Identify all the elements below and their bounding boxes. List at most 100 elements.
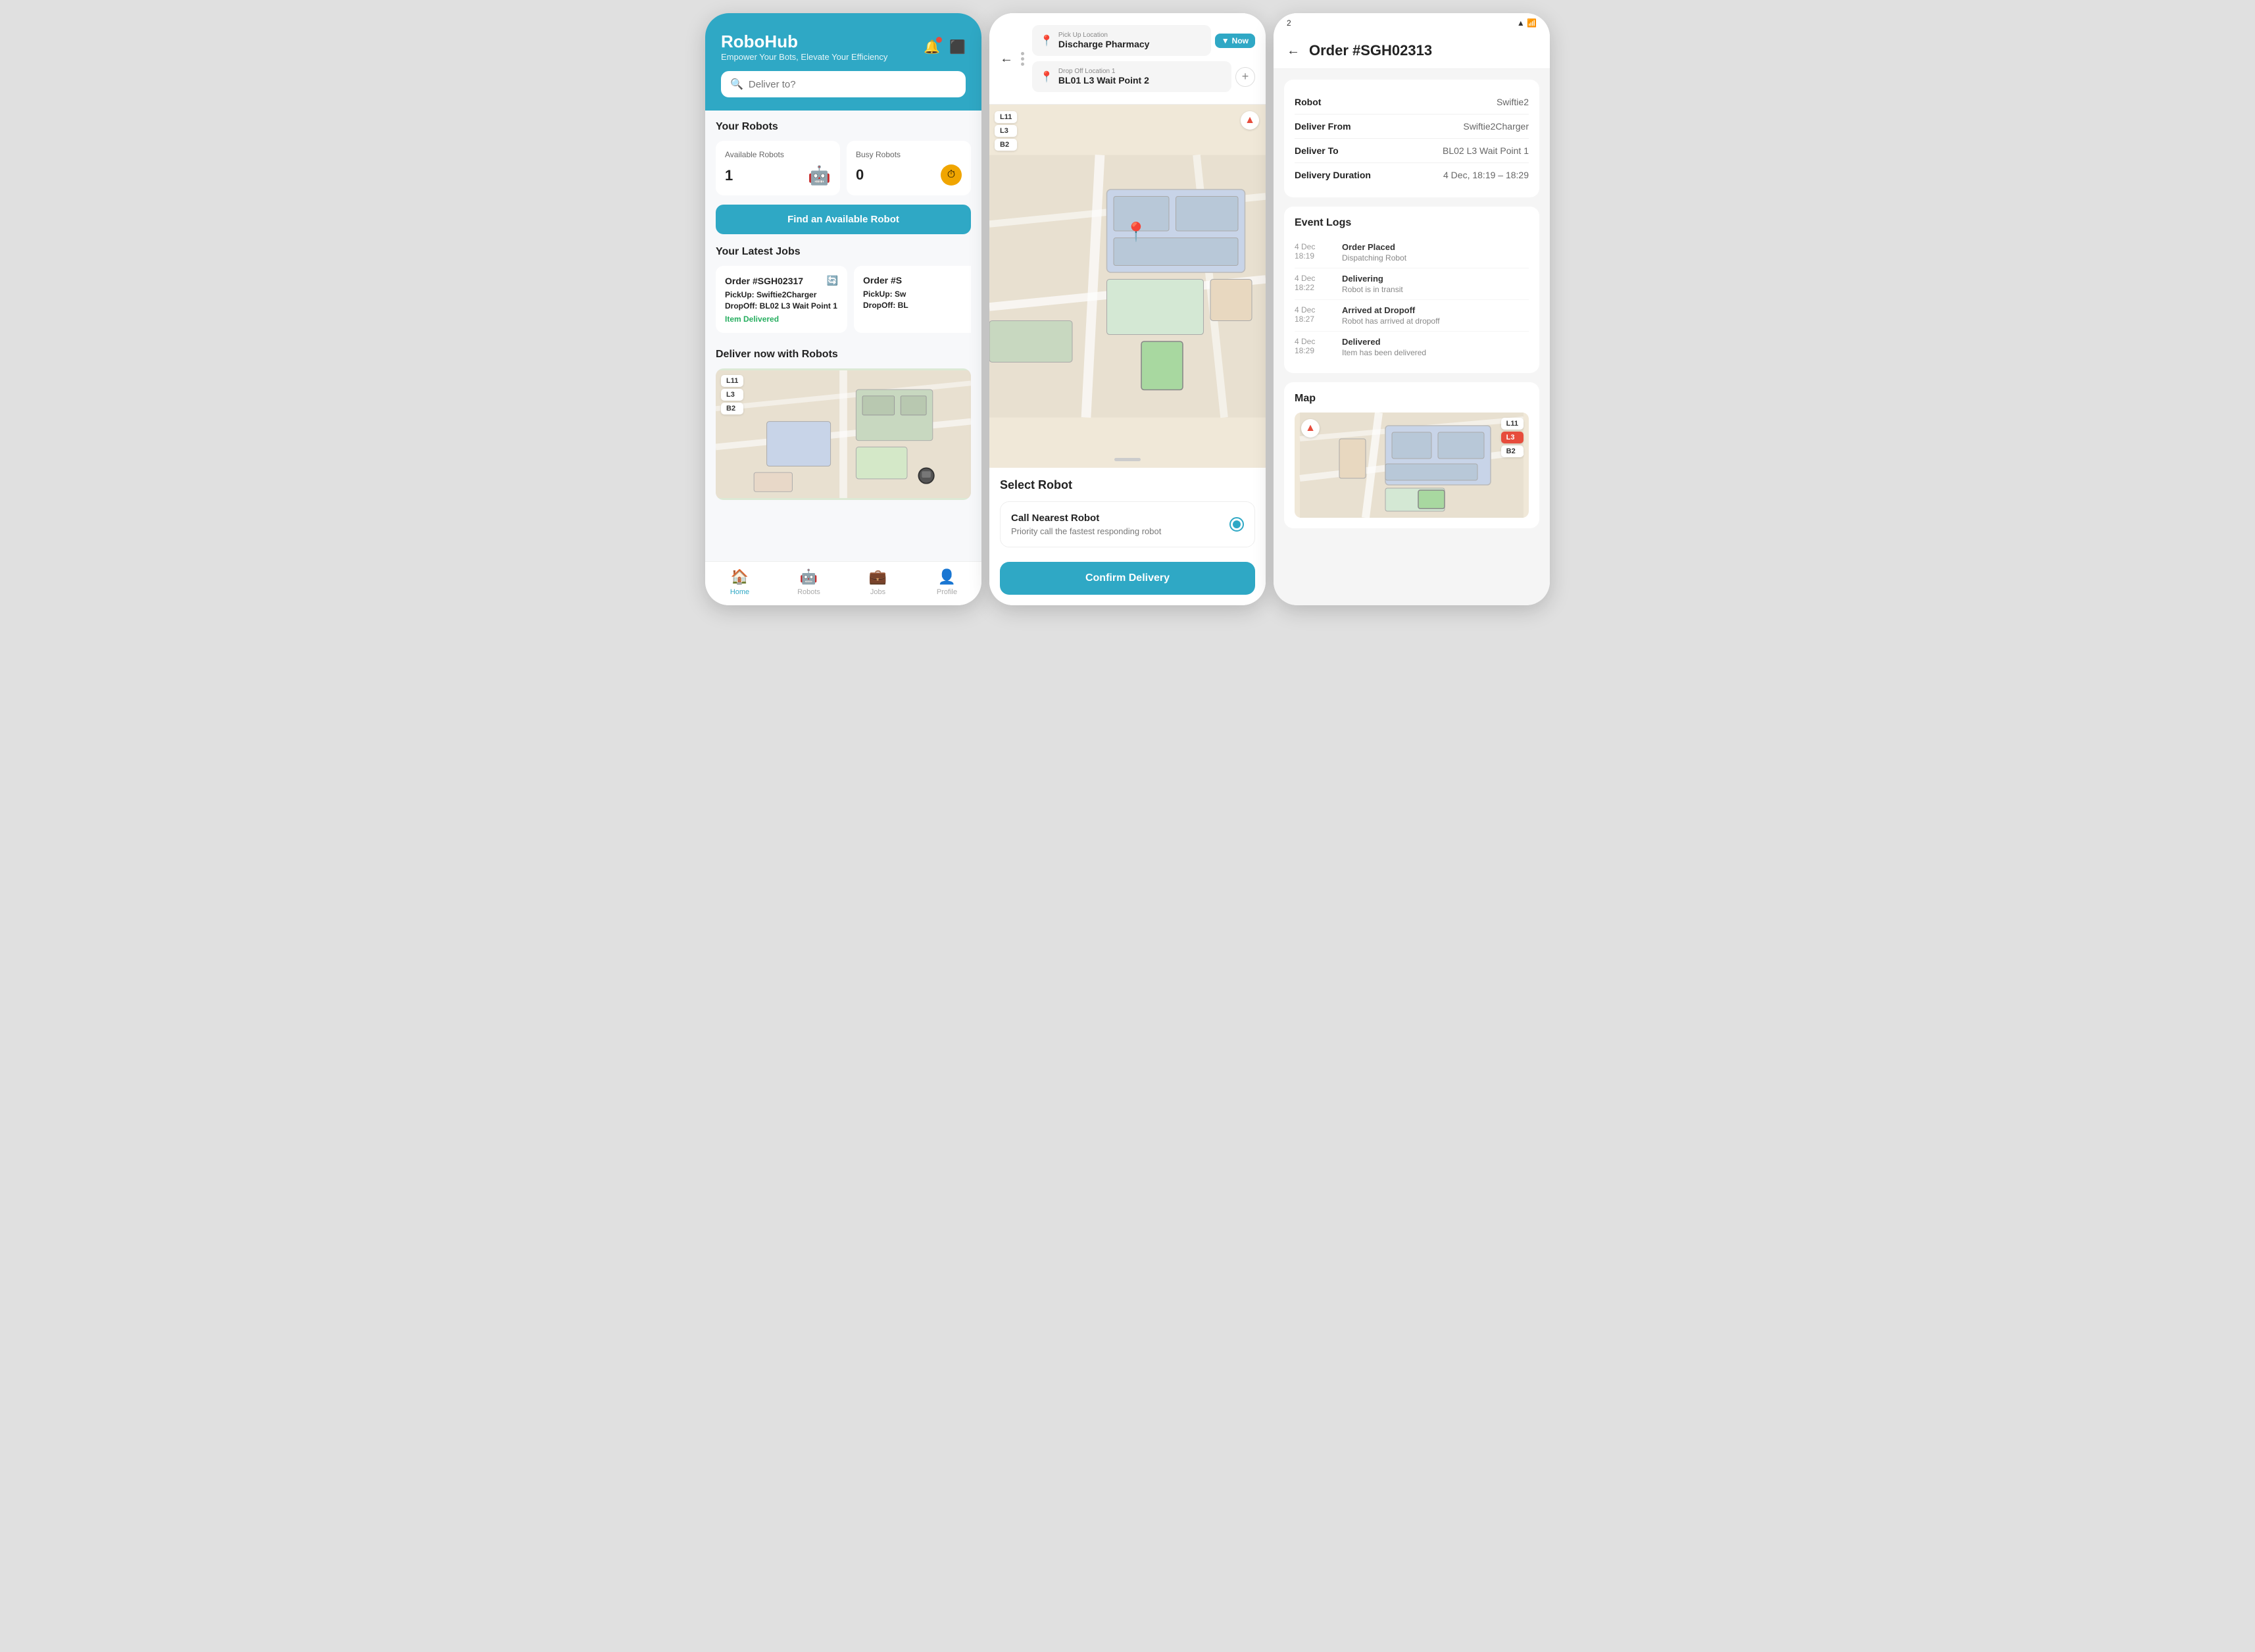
- dropoff-field-content: Drop Off Location 1 BL01 L3 Wait Point 2: [1058, 68, 1149, 86]
- dropoff-pin-icon: 📍: [1040, 70, 1053, 84]
- event-time-0: 4 Dec 18:19: [1295, 242, 1334, 263]
- event-time-1: 4 Dec 18:22: [1295, 274, 1334, 294]
- job-dropoff-0: DropOff: BL02 L3 Wait Point 1: [725, 301, 838, 311]
- screen3-phone: 2 ▲ 📶 ← Order #SGH02313 Robot Swiftie2 D…: [1274, 13, 1550, 605]
- s3-floor-l3: L3: [1501, 432, 1524, 443]
- busy-label: Busy Robots: [856, 150, 962, 159]
- map-card-title: Map: [1295, 393, 1529, 405]
- order-title: Order #SGH02313: [1309, 42, 1432, 59]
- event-row-0: 4 Dec 18:19 Order Placed Dispatching Rob…: [1295, 237, 1529, 268]
- s3-floor-b2: B2: [1501, 445, 1524, 457]
- app-tagline: Empower Your Bots, Elevate Your Efficien…: [721, 52, 887, 62]
- job-dropoff-1: DropOff: BL: [863, 301, 971, 310]
- from-row: Deliver From Swiftie2Charger: [1295, 114, 1529, 139]
- floor-l3: L3: [721, 389, 743, 401]
- map-floors-home: L11 L3 B2: [721, 375, 743, 414]
- mini-map: ▲ L11 L3 B2: [1295, 413, 1529, 518]
- job-pickup-0: PickUp: Swiftie2Charger: [725, 290, 838, 299]
- screen2-body: Select Robot Call Nearest Robot Priority…: [989, 468, 1266, 605]
- route-fields: 📍 Pick Up Location Discharge Pharmacy ▼ …: [1032, 25, 1255, 92]
- from-val: Swiftie2Charger: [1463, 121, 1529, 132]
- busy-count: 0: [856, 166, 864, 184]
- screen1-phone: RoboHub Empower Your Bots, Elevate Your …: [705, 13, 981, 605]
- available-robots-card: Available Robots 1 🤖: [716, 141, 840, 195]
- event-desc-0: Order Placed Dispatching Robot: [1342, 242, 1406, 263]
- search-input[interactable]: [749, 79, 956, 90]
- now-badge[interactable]: ▼ Now: [1215, 34, 1255, 48]
- compass: ▲: [1241, 111, 1259, 130]
- option-title: Call Nearest Robot: [1011, 513, 1222, 524]
- search-icon: 🔍: [730, 78, 743, 91]
- event-time-2: 4 Dec 18:27: [1295, 305, 1334, 326]
- select-robot-title: Select Robot: [1000, 478, 1255, 492]
- dropoff-field[interactable]: 📍 Drop Off Location 1 BL01 L3 Wait Point…: [1032, 61, 1231, 92]
- screen2-map: L11 L3 B2 ▲ 📍: [989, 105, 1266, 468]
- nav-profile-label: Profile: [937, 588, 957, 596]
- nearest-robot-option[interactable]: Call Nearest Robot Priority call the fas…: [1000, 501, 1255, 547]
- s3-back-button[interactable]: ←: [1287, 43, 1300, 59]
- job-card-0[interactable]: Order #SGH02317 🔄 PickUp: Swiftie2Charge…: [716, 266, 847, 333]
- nav-home[interactable]: 🏠 Home: [705, 568, 774, 596]
- screen1-header: RoboHub Empower Your Bots, Elevate Your …: [705, 13, 981, 111]
- route-dots: [1021, 52, 1024, 66]
- order-info-card: Robot Swiftie2 Deliver From Swiftie2Char…: [1284, 80, 1539, 197]
- add-dropoff-button[interactable]: +: [1235, 67, 1255, 87]
- job-card-1[interactable]: Order #S PickUp: Sw DropOff: BL: [854, 266, 971, 333]
- pickup-label: Pick Up Location: [1058, 32, 1150, 39]
- status-bar: 2 ▲ 📶: [1274, 13, 1550, 30]
- event-desc-1: Delivering Robot is in transit: [1342, 274, 1403, 294]
- option-sub: Priority call the fastest responding rob…: [1011, 526, 1222, 536]
- s2-floor-l3: L3: [995, 125, 1017, 137]
- nav-robots[interactable]: 🤖 Robots: [774, 568, 843, 596]
- signal-icons: ▲ 📶: [1517, 18, 1537, 28]
- job-pickup-1: PickUp: Sw: [863, 289, 971, 299]
- deliver-section-title: Deliver now with Robots: [716, 349, 971, 361]
- robot-icon: 🤖: [808, 164, 831, 186]
- event-time-3: 4 Dec 18:29: [1295, 337, 1334, 357]
- duration-row: Delivery Duration 4 Dec, 18:19 – 18:29: [1295, 163, 1529, 187]
- find-robot-button[interactable]: Find an Available Robot: [716, 205, 971, 234]
- pickup-field[interactable]: 📍 Pick Up Location Discharge Pharmacy: [1032, 25, 1211, 56]
- profile-icon: 👤: [938, 568, 956, 586]
- available-row: 1 🤖: [725, 164, 831, 186]
- notification-button[interactable]: 🔔: [924, 39, 940, 55]
- option-text: Call Nearest Robot Priority call the fas…: [1011, 513, 1222, 536]
- nav-robots-label: Robots: [797, 588, 820, 596]
- robot-val: Swiftie2: [1497, 97, 1529, 107]
- map-card: Map ▲: [1284, 382, 1539, 528]
- mini-map-floors: L11 L3 B2: [1501, 418, 1524, 457]
- event-logs-card: Event Logs 4 Dec 18:19 Order Placed Disp…: [1284, 207, 1539, 373]
- available-label: Available Robots: [725, 150, 831, 159]
- confirm-delivery-button[interactable]: Confirm Delivery: [1000, 562, 1255, 595]
- radio-button[interactable]: [1229, 517, 1244, 532]
- screen1-body: Your Robots Available Robots 1 🤖 Busy Ro…: [705, 111, 981, 561]
- available-count: 1: [725, 167, 733, 184]
- jobs-icon: 💼: [869, 568, 887, 586]
- screen2-phone: ← 📍 Pick Up Location Discharge Pharmacy: [989, 13, 1266, 605]
- dropoff-label: Drop Off Location 1: [1058, 68, 1149, 75]
- dot1: [1021, 52, 1024, 55]
- nav-profile[interactable]: 👤 Profile: [912, 568, 981, 596]
- event-desc-2: Arrived at Dropoff Robot has arrived at …: [1342, 305, 1440, 326]
- event-logs-title: Event Logs: [1295, 217, 1529, 229]
- dot2: [1021, 57, 1024, 61]
- jobs-list: Order #SGH02317 🔄 PickUp: Swiftie2Charge…: [716, 266, 971, 337]
- job-title-1: Order #S: [863, 275, 971, 286]
- back-button[interactable]: ←: [1000, 51, 1013, 66]
- floor-l11: L11: [721, 375, 743, 387]
- to-key: Deliver To: [1295, 145, 1339, 156]
- drag-handle: [1114, 458, 1141, 461]
- to-val: BL02 L3 Wait Point 1: [1443, 145, 1529, 156]
- notif-dot: [936, 37, 942, 43]
- search-bar[interactable]: 🔍: [721, 71, 966, 97]
- busy-row: 0 ⏱: [856, 164, 962, 186]
- logout-button[interactable]: ⬛: [949, 39, 966, 55]
- route-row: ← 📍 Pick Up Location Discharge Pharmacy: [1000, 25, 1255, 92]
- header-icons: 🔔 ⬛: [924, 39, 966, 55]
- screen3-body: Robot Swiftie2 Deliver From Swiftie2Char…: [1274, 69, 1550, 605]
- duration-key: Delivery Duration: [1295, 170, 1371, 180]
- nav-jobs[interactable]: 💼 Jobs: [843, 568, 912, 596]
- to-row: Deliver To BL02 L3 Wait Point 1: [1295, 139, 1529, 163]
- nav-home-label: Home: [730, 588, 749, 596]
- robots-icon: 🤖: [800, 568, 818, 586]
